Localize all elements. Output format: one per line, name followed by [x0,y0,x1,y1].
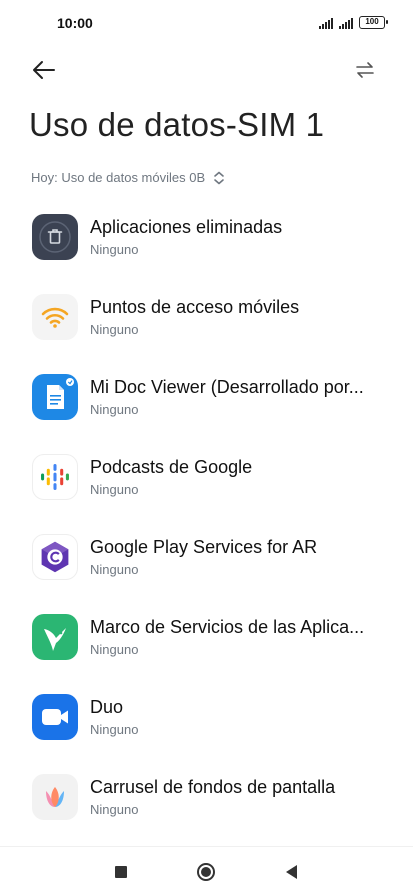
google-podcasts-icon [32,454,78,500]
trash-icon [32,214,78,260]
list-item[interactable]: Puntos de acceso móviles Ninguno [0,276,413,356]
filter-button[interactable] [353,58,377,82]
battery-icon: 100 [359,16,388,29]
period-selector[interactable]: Hoy: Uso de datos móviles 0B [31,170,225,185]
app-name: Duo [90,697,124,717]
swap-arrows-icon [356,62,374,78]
circle-icon [197,863,215,881]
app-usage: Ninguno [90,402,139,417]
app-usage: Ninguno [90,642,139,657]
list-item[interactable]: Carrusel de fondos de pantalla Ninguno [0,756,413,836]
video-camera-icon [32,694,78,740]
square-icon [115,866,127,878]
period-label: Hoy: Uso de datos móviles 0B [31,170,206,185]
back-button[interactable] [30,56,58,84]
list-item[interactable]: Duo Ninguno [0,676,413,756]
page-title: Uso de datos-SIM 1 [29,106,325,143]
app-usage: Ninguno [90,562,139,577]
app-name: Puntos de acceso móviles [90,297,300,317]
wifi-hotspot-icon [32,294,78,340]
app-usage: Ninguno [90,482,139,497]
app-name: Carrusel de fondos de pantalla [90,777,336,797]
app-name: Marco de Servicios de las Aplica... [90,617,365,637]
status-icons: 100 [319,16,388,29]
list-item[interactable]: Google Play Services for AR Ninguno [0,516,413,596]
recents-button[interactable] [113,861,129,886]
list-item[interactable]: Podcasts de Google Ninguno [0,436,413,516]
hummingbird-icon [32,614,78,660]
app-name: Mi Doc Viewer (Desarrollado por... [90,377,364,397]
app-name: Google Play Services for AR [90,537,318,557]
arrow-left-icon [33,61,55,79]
app-name: Aplicaciones eliminadas [90,217,283,237]
battery-level: 100 [365,17,379,26]
app-name: Podcasts de Google [90,457,253,477]
navigation-bar [0,846,413,896]
triangle-back-icon [286,865,297,879]
list-item[interactable]: Marco de Servicios de las Aplica... Ning… [0,596,413,676]
list-item[interactable]: Aplicaciones eliminadas Ninguno [0,196,413,276]
signal-icon [319,17,333,29]
app-usage: Ninguno [90,242,139,257]
home-button[interactable] [196,861,216,886]
unfold-chevrons-icon [214,171,224,184]
app-list: Aplicaciones eliminadas Ninguno Puntos d… [0,196,413,836]
ar-core-icon [32,534,78,580]
app-usage: Ninguno [90,802,139,817]
list-item[interactable]: Mi Doc Viewer (Desarrollado por... Ningu… [0,356,413,436]
nav-back-button[interactable] [283,861,299,886]
toolbar [0,48,413,92]
app-usage: Ninguno [90,722,139,737]
status-bar: 10:00 100 [0,0,413,48]
document-icon [32,374,78,420]
tulip-icon [32,774,78,820]
app-usage: Ninguno [90,322,139,337]
signal-icon [339,17,353,29]
status-time: 10:00 [57,15,93,31]
